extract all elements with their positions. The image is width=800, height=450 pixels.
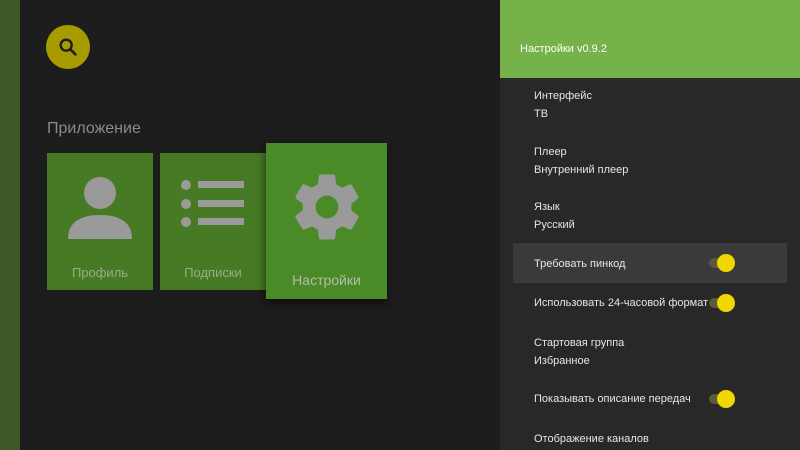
card-settings-label: Настройки — [292, 272, 361, 288]
setting-label: Использовать 24-часовой формат — [534, 297, 709, 309]
setting-start-group[interactable]: Стартовая группа Избранное — [513, 336, 787, 376]
card-profile-label: Профиль — [71, 265, 129, 280]
require-pin-toggle[interactable] — [709, 254, 735, 272]
setting-show-program-description[interactable]: Показывать описание передач — [513, 380, 787, 416]
toggle-knob — [717, 390, 735, 408]
card-profile[interactable]: Профиль — [47, 153, 153, 290]
section-title: Приложение — [47, 120, 141, 137]
toggle-knob — [717, 294, 735, 312]
settings-panel-title: Настройки v0.9.2 — [520, 43, 607, 55]
show-description-toggle[interactable] — [709, 390, 735, 408]
card-settings[interactable]: Настройки — [266, 143, 387, 299]
setting-value: Избранное — [534, 355, 590, 367]
setting-label: Показывать описание передач — [534, 393, 691, 405]
setting-24h-format[interactable]: Использовать 24-часовой формат — [513, 284, 787, 320]
setting-label: Плеер — [534, 146, 567, 158]
settings-panel-header: Настройки v0.9.2 — [500, 0, 800, 78]
app-screen: Приложение Профиль Подписки Настройки На… — [0, 0, 800, 450]
setting-label: Интерфейс — [534, 90, 592, 102]
left-edge-strip — [0, 0, 20, 450]
gear-icon — [295, 174, 359, 240]
card-subscriptions[interactable]: Подписки — [160, 153, 266, 290]
24h-format-toggle[interactable] — [709, 294, 735, 312]
settings-panel: Настройки v0.9.2 Интерфейс ТВ Плеер Внут… — [500, 0, 800, 450]
setting-label: Стартовая группа — [534, 337, 625, 349]
setting-value: Русский — [534, 219, 575, 231]
setting-player[interactable]: Плеер Внутренний плеер — [513, 145, 787, 185]
person-icon — [68, 177, 132, 239]
toggle-knob — [717, 254, 735, 272]
setting-label: Язык — [534, 201, 560, 213]
card-subscriptions-label: Подписки — [184, 265, 242, 280]
list-icon — [181, 180, 244, 227]
setting-language[interactable]: Язык Русский — [513, 200, 787, 240]
search-icon — [59, 38, 77, 56]
search-button[interactable] — [46, 25, 90, 69]
setting-require-pin[interactable]: Требовать пинкод — [513, 243, 787, 283]
setting-value: ТВ — [534, 108, 549, 120]
setting-label: Требовать пинкод — [534, 258, 626, 270]
setting-interface[interactable]: Интерфейс ТВ — [513, 89, 787, 129]
setting-channel-display[interactable]: Отображение каналов — [513, 432, 787, 450]
setting-value: Внутренний плеер — [534, 164, 629, 176]
setting-label: Отображение каналов — [534, 433, 649, 445]
